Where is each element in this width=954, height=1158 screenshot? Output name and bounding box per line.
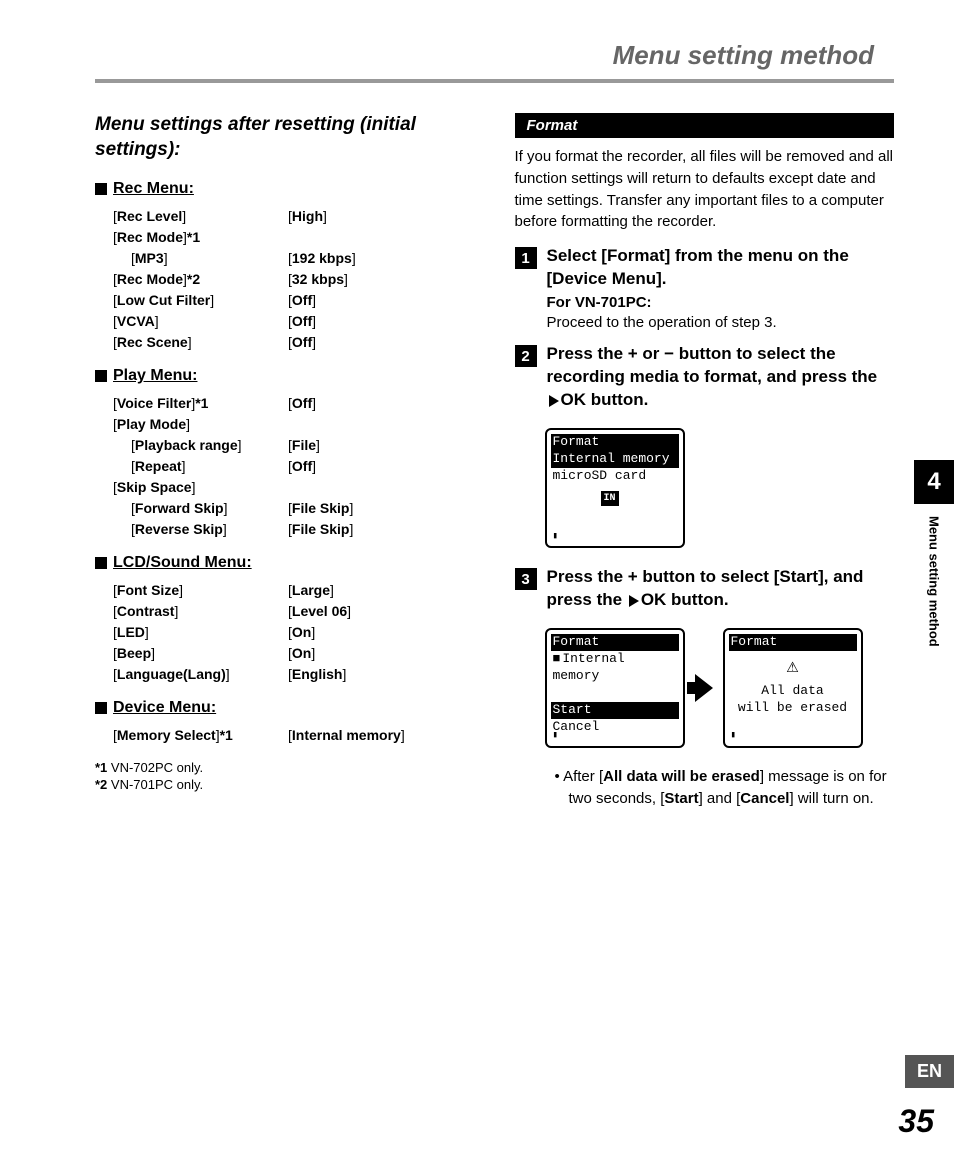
step-number: 1 <box>515 247 537 269</box>
setting-row: [LED][On] <box>95 622 475 643</box>
lcd-screen: Format Internal memory Start Cancel ▮ <box>545 628 685 748</box>
setting-row: [Repeat][Off] <box>95 456 475 477</box>
setting-row: [Beep][On] <box>95 643 475 664</box>
manual-page: Menu setting method Menu settings after … <box>0 0 954 1158</box>
rec-menu-heading: Rec Menu: <box>95 180 475 198</box>
step-number: 2 <box>515 345 537 367</box>
step-2: 2 Press the + or − button to select the … <box>515 343 895 412</box>
step-text: Press the + or − button to select the re… <box>547 343 895 412</box>
reset-heading: Menu settings after resetting (initial s… <box>95 113 475 162</box>
setting-row: [Reverse Skip][File Skip] <box>95 519 475 540</box>
step-1: 1 Select [Format] from the menu on the [… <box>515 245 895 333</box>
header-rule <box>95 79 894 83</box>
page-number: 35 <box>898 1103 934 1140</box>
play-menu-heading: Play Menu: <box>95 367 475 385</box>
setting-row: [Forward Skip][File Skip] <box>95 498 475 519</box>
format-bar: Format <box>515 113 895 138</box>
setting-row: [Voice Filter]*1[Off] <box>95 393 475 414</box>
arrow-right-icon <box>695 674 713 702</box>
setting-row: [Contrast][Level 06] <box>95 601 475 622</box>
setting-row: [VCVA][Off] <box>95 311 475 332</box>
setting-row: [Rec Level][High] <box>95 206 475 227</box>
language-badge: EN <box>905 1055 954 1088</box>
lcd-screen: Format Internal memory microSD card IN ▮ <box>545 428 685 548</box>
warning-icon: ⚠ <box>729 655 857 681</box>
lcd-group-2: Format Internal memory Start Cancel ▮ Fo… <box>545 628 895 748</box>
lcd-group-1: Format Internal memory microSD card IN ▮ <box>545 428 895 548</box>
setting-row: [Rec Mode]*1 <box>95 227 475 248</box>
setting-row: [Font Size][Large] <box>95 580 475 601</box>
chapter-number: 4 <box>914 460 954 504</box>
footnotes: *1 VN-702PC only. *2 VN-701PC only. <box>95 760 475 792</box>
play-icon <box>629 595 639 607</box>
step-number: 3 <box>515 568 537 590</box>
setting-row: [Play Mode] <box>95 414 475 435</box>
setting-row: [Rec Scene][Off] <box>95 332 475 353</box>
internal-memory-icon: IN <box>601 491 619 506</box>
step-note: • After [All data will be erased] messag… <box>555 766 895 810</box>
setting-row: [Language(Lang)][English] <box>95 664 475 685</box>
right-column: Format If you format the recorder, all f… <box>515 113 895 810</box>
left-column: Menu settings after resetting (initial s… <box>95 113 475 810</box>
setting-row: [Playback range][File] <box>95 435 475 456</box>
setting-row: [Skip Space] <box>95 477 475 498</box>
side-tab: 4 Menu setting method <box>914 460 954 647</box>
step-text: Select [Format] from the menu on the [De… <box>547 245 895 333</box>
step-3: 3 Press the + button to select [Start], … <box>515 566 895 612</box>
lcd-sound-menu-heading: LCD/Sound Menu: <box>95 554 475 572</box>
page-header-title: Menu setting method <box>95 40 894 71</box>
play-icon <box>549 395 559 407</box>
lcd-screen: Format ⚠ All data will be erased ▮ <box>723 628 863 748</box>
device-menu-heading: Device Menu: <box>95 699 475 717</box>
setting-row: [Memory Select]*1[Internal memory] <box>95 725 475 746</box>
content-columns: Menu settings after resetting (initial s… <box>95 113 894 810</box>
step-text: Press the + button to select [Start], an… <box>547 566 895 612</box>
side-label: Menu setting method <box>927 516 942 647</box>
setting-row: [Rec Mode]*2[32 kbps] <box>95 269 475 290</box>
format-intro: If you format the recorder, all files wi… <box>515 146 895 233</box>
setting-row: [Low Cut Filter][Off] <box>95 290 475 311</box>
setting-row: [MP3][192 kbps] <box>95 248 475 269</box>
